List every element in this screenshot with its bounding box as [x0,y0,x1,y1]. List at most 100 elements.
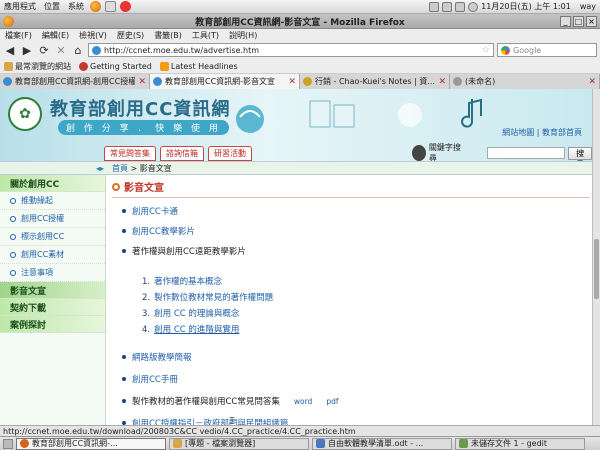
help-launcher-icon[interactable] [120,1,131,12]
nav-tab-workshops[interactable]: 研習活動 [208,146,252,161]
tab-close-icon[interactable]: ✕ [288,77,296,87]
tab-chao-kuei-notes[interactable]: 行銷 - Chao-Kuei's Notes | 資... ✕ [300,74,450,89]
close-button[interactable]: × [586,16,597,27]
search-button[interactable]: 搜尋 [568,146,592,169]
page-content[interactable]: ✿ 教育部創用CC資訊網 創 作 分 享 ． 快 樂 使 用 網站地圖 | 教育… [0,89,592,425]
task-firefox[interactable]: 教育部創用CC資訊網-... [16,437,166,450]
user-menu[interactable]: way [580,2,596,11]
search-input[interactable]: Google [497,43,597,57]
show-desktop-icon[interactable] [3,438,13,449]
list-item: 創用CC教學影片 [122,225,195,237]
url-bar[interactable]: http://ccnet.moe.edu.tw/advertise.htm ☆ [88,43,494,57]
firefox-task-icon [20,439,29,448]
back-icon[interactable]: ◀ [3,43,17,57]
panel-menu-places[interactable]: 位置 [40,1,64,12]
email-launcher-icon[interactable] [105,1,116,12]
sidebar-item-case-studies[interactable]: 案例探討 [0,316,105,333]
tab-advertise[interactable]: 教育部創用CC資訊網-影音文宣 ✕ [150,74,300,89]
sidebar-item-media[interactable]: 影音文宣 [0,282,105,299]
bookmark-most-visited[interactable]: 最常瀏覽的網站 [4,61,71,72]
link-cc-handbook[interactable]: 創用CC手冊 [132,373,178,385]
menu-tools[interactable]: 工具(T) [187,30,224,41]
tab-favicon-icon [153,77,162,86]
menu-help[interactable]: 說明(H) [224,30,262,41]
tab-close-icon[interactable]: ✕ [588,77,596,87]
clock[interactable]: 11月20日(五) 上午 1:01 [481,1,571,12]
minimize-button[interactable]: _ [560,16,571,27]
sub-link-cc-advanced[interactable]: 4. 創用 CC 的進階與實用 [142,323,239,335]
sidebar-item-mark-cc[interactable]: 標示創用CC [0,228,105,246]
sidebar-item-contract-download[interactable]: 契約下載 [0,299,105,316]
status-text: http://ccnet.moe.edu.tw/download/200803C… [3,426,356,436]
task-gedit[interactable]: 未儲存文件 1 - gedit [455,437,585,450]
bookmark-latest-headlines[interactable]: Latest Headlines [159,61,238,71]
breadcrumb: 首頁 > 影音文宣 [112,163,172,173]
menu-view[interactable]: 檢視(V) [74,30,112,41]
menu-bookmarks[interactable]: 書籤(B) [149,30,187,41]
panel-menu-applications[interactable]: 應用程式 [0,1,40,12]
task-writer[interactable]: 自由軟體教學清單.odt - ... [312,437,452,450]
top-links[interactable]: 網站地圖 | 教育部首頁 [502,127,582,138]
site-title[interactable]: 教育部創用CC資訊網 [50,95,230,121]
main-content: 影音文宣 創用CC卡通 創用CC教學影片 著作權與創用CC遠距教學影片 1. 著作… [112,179,590,425]
menu-edit[interactable]: 編輯(E) [37,30,74,41]
reload-icon[interactable]: ⟳ [37,43,51,57]
nav-tab-faq[interactable]: 常見問答集 [104,146,156,161]
tab-cc-license[interactable]: 教育部創用CC資訊網-創用CC授權 ✕ [0,74,150,89]
page-favicon-icon [92,45,101,55]
sidebar-item-notes[interactable]: 注意事項 [0,264,105,282]
tab-untitled[interactable]: (未命名) ✕ [450,74,600,89]
update-icon[interactable] [468,1,479,12]
tab-close-icon[interactable]: ✕ [438,77,446,87]
moe-logo-icon[interactable]: ✿ [8,97,42,131]
volume-icon[interactable] [455,1,466,12]
navigation-toolbar: ◀ ▶ ⟳ ✕ ⌂ http://ccnet.moe.edu.tw/advert… [0,41,600,59]
gedit-task-icon [459,439,468,448]
home-icon[interactable]: ⌂ [71,43,85,57]
link-cc-cartoon[interactable]: 創用CC卡通 [132,205,178,217]
scrollbar-thumb[interactable] [594,239,599,299]
breadcrumb-home[interactable]: 首頁 [112,164,128,173]
sub-link-digital-material-issues[interactable]: 2. 製作數位教材常見的著作權問題 [142,291,273,303]
sidebar-item-origin[interactable]: 推動緣起 [0,192,105,210]
sidebar-item-about-cc[interactable]: 關於創用CC [0,175,105,192]
section-title: 影音文宣 [112,179,590,198]
vertical-scrollbar[interactable] [592,89,600,425]
url-text: http://ccnet.moe.edu.tw/advertise.htm [104,45,260,55]
menu-history[interactable]: 歷史(S) [112,30,149,41]
tab-close-icon[interactable]: ✕ [138,77,146,87]
status-bar: http://ccnet.moe.edu.tw/download/200803C… [0,425,600,436]
link-online-slides[interactable]: 網路版教學簡報 [132,351,192,363]
bookmark-getting-started[interactable]: Getting Started [79,61,152,71]
keyboard-icon[interactable] [442,1,453,12]
nav-tab-consult-mailbox[interactable]: 諮詢信箱 [160,146,204,161]
sidebar-item-cc-license[interactable]: 創用CC授權 [0,210,105,228]
forward-icon[interactable]: ▶ [20,43,34,57]
sidebar: 關於創用CC 推動緣起 創用CC授權 標示創用CC 創用CC素材 注意事項 影音… [0,175,106,425]
bookmark-star-icon[interactable]: ☆ [482,45,490,55]
google-icon[interactable] [501,45,510,55]
bullet-icon [122,209,126,213]
network-icon[interactable] [429,1,440,12]
menu-file[interactable]: 檔案(F) [0,30,37,41]
link-pdf[interactable]: pdf [326,397,338,406]
sub-link-cc-theory[interactable]: 3. 創用 CC 的理論與概念 [142,307,239,319]
window-titlebar[interactable]: 教育部創用CC資訊網-影音文宣 - Mozilla Firefox _ □ × [0,14,600,29]
taskbar: 教育部創用CC資訊網-... [專題 - 檔案瀏覽器] 自由軟體教學清單.odt… [0,436,600,450]
keyword-input[interactable] [486,147,566,159]
top-panel: 應用程式 位置 系統 11月20日(五) 上午 1:01 way [0,0,600,14]
sidebar-item-cc-materials[interactable]: 創用CC素材 [0,246,105,264]
firefox-launcher-icon[interactable] [90,1,101,12]
task-file-browser[interactable]: [專題 - 檔案瀏覽器] [169,437,309,450]
list-item: 網路版教學簡報 [122,351,192,363]
link-cc-teaching-video[interactable]: 創用CC教學影片 [132,225,195,237]
link-word[interactable]: word [294,397,312,406]
panel-menu-system[interactable]: 系統 [64,1,88,12]
bullet-icon [10,197,16,204]
maximize-button[interactable]: □ [573,16,584,27]
collapse-arrow-icon[interactable]: ◂▸ [0,164,108,173]
sub-link-copyright-basics[interactable]: 1. 著作權的基本概念 [142,275,222,287]
bookmarks-toolbar: 最常瀏覽的網站 Getting Started Latest Headlines [0,59,600,74]
stop-icon[interactable]: ✕ [54,43,68,57]
link-cc-guide-gov[interactable]: 創用CC授權指引－政府部門與民間組織篇 [132,417,288,425]
